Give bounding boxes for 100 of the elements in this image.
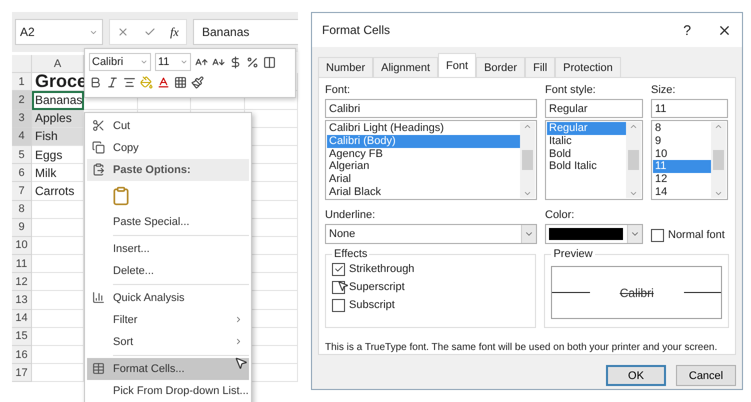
checkbox[interactable]: Strikethrough: [332, 260, 530, 278]
check-icon[interactable]: [144, 26, 156, 38]
fill-color-icon[interactable]: [140, 76, 153, 89]
tab[interactable]: Fill: [525, 57, 556, 77]
list-option[interactable]: Arial: [327, 173, 520, 186]
scroll-up-icon[interactable]: [629, 122, 638, 131]
scroll-thumb[interactable]: [522, 150, 533, 170]
list-option[interactable]: 9: [653, 134, 711, 148]
row-number[interactable]: 15: [12, 328, 32, 346]
bold-icon[interactable]: [89, 76, 102, 89]
scrollbar[interactable]: [626, 122, 641, 198]
field-label: Color:: [545, 209, 576, 222]
format-painter-icon[interactable]: [191, 76, 204, 89]
borders-icon[interactable]: [174, 76, 187, 89]
row-number[interactable]: 2: [12, 91, 32, 110]
tab[interactable]: Font: [438, 53, 476, 77]
size-field[interactable]: 11: [155, 53, 191, 71]
scroll-down-icon[interactable]: [629, 189, 638, 198]
column-header[interactable]: A: [32, 55, 84, 74]
list-option[interactable]: Calibri Light (Headings): [327, 122, 520, 135]
input-field[interactable]: Calibri: [325, 99, 537, 118]
list-option[interactable]: Agency FB: [327, 148, 520, 160]
row-number[interactable]: 6: [12, 164, 32, 182]
row-number[interactable]: 13: [12, 291, 32, 310]
copy-icon: [92, 141, 105, 154]
cancel-icon[interactable]: [117, 26, 130, 38]
font-field[interactable]: Calibri: [89, 53, 151, 71]
scrollbar[interactable]: [711, 122, 726, 198]
normal-font-checkbox[interactable]: Normal font: [651, 226, 725, 244]
field-label: Font style:: [545, 84, 597, 97]
align-center-icon[interactable]: [123, 76, 136, 89]
scroll-down-icon[interactable]: [714, 189, 723, 198]
menu-item[interactable]: Delete...: [87, 260, 249, 282]
menu-item[interactable]: Quick Analysis: [87, 287, 249, 309]
caret-icon[interactable]: [180, 58, 188, 66]
clipboard-icon: [92, 163, 105, 176]
menu-item[interactable]: Sort: [87, 331, 249, 353]
row-number[interactable]: 14: [12, 310, 32, 328]
dollar-icon[interactable]: [229, 56, 242, 68]
scroll-up-icon[interactable]: [714, 122, 723, 131]
scrollbar[interactable]: [520, 122, 535, 198]
scroll-down-icon[interactable]: [523, 189, 532, 198]
help-button[interactable]: ?: [683, 22, 691, 38]
row-number[interactable]: 17: [12, 364, 32, 382]
tab[interactable]: Border: [476, 57, 526, 77]
menu-item[interactable]: Format Cells...: [87, 358, 249, 380]
list-option[interactable]: 14: [653, 186, 711, 199]
function-button[interactable]: fx: [170, 24, 179, 40]
checkbox[interactable]: Subscript: [332, 296, 530, 314]
formula-field[interactable]: Bananas: [193, 19, 298, 45]
scissors-icon: [92, 119, 105, 132]
list-box[interactable]: Calibri Light (Headings) Calibri (Body) Agency FB Algerian Arial Arial Black: [325, 120, 537, 200]
dialog-button[interactable]: Cancel: [676, 365, 736, 386]
input-field[interactable]: 11: [651, 99, 728, 118]
list-option[interactable]: Italic: [547, 134, 626, 148]
menu-item[interactable]: Pick From Drop-down List...: [87, 380, 249, 402]
list-option[interactable]: 10: [653, 148, 711, 160]
list-option[interactable]: 8: [653, 122, 711, 135]
row-number[interactable]: 8: [12, 200, 32, 219]
row-number[interactable]: 16: [12, 346, 32, 364]
row-number[interactable]: 11: [12, 255, 32, 274]
tab[interactable]: Alignment: [373, 57, 438, 77]
menu-item[interactable]: Cut: [87, 115, 249, 137]
wrap-icon[interactable]: [263, 56, 276, 68]
row-number[interactable]: 7: [12, 182, 32, 200]
input-field[interactable]: Regular: [545, 99, 643, 118]
row-number[interactable]: 12: [12, 273, 32, 292]
list-option[interactable]: Arial Black: [327, 186, 520, 199]
name-box[interactable]: A2: [15, 19, 103, 45]
menu-item[interactable]: Filter: [87, 309, 249, 331]
percent-icon[interactable]: [246, 56, 259, 68]
tab[interactable]: Protection: [555, 57, 621, 77]
list-option[interactable]: Algerian: [327, 160, 520, 174]
scroll-thumb[interactable]: [628, 150, 639, 170]
list-option[interactable]: Bold Italic: [547, 160, 626, 174]
scroll-up-icon[interactable]: [523, 122, 532, 131]
italic-icon[interactable]: [106, 76, 119, 89]
caret-icon[interactable]: [140, 58, 148, 66]
menu-item[interactable]: Paste Special...: [87, 211, 249, 233]
dropdown-icon[interactable]: [627, 225, 642, 243]
row-number[interactable]: 5: [12, 146, 32, 164]
list-box[interactable]: 8 9 10 11 12 14: [651, 120, 728, 200]
font-color-icon[interactable]: [157, 76, 170, 89]
menu-item[interactable]: Insert...: [87, 238, 249, 260]
row-number[interactable]: 3: [12, 110, 32, 128]
row-number[interactable]: 1: [12, 73, 32, 92]
scroll-thumb[interactable]: [713, 150, 724, 170]
list-option[interactable]: 12: [653, 173, 711, 186]
clipboard-icon[interactable]: [111, 186, 131, 206]
row-number[interactable]: 4: [12, 128, 32, 146]
row-number[interactable]: 9: [12, 218, 32, 237]
menu-header: Paste Options:: [87, 159, 249, 181]
tab[interactable]: Number: [318, 57, 374, 77]
row-number[interactable]: 10: [12, 236, 32, 256]
dialog-button[interactable]: OK: [606, 365, 666, 386]
list-option[interactable]: Bold: [547, 148, 626, 160]
menu-item[interactable]: Copy: [87, 137, 249, 159]
color-select[interactable]: [545, 224, 643, 244]
underline-select[interactable]: None: [325, 224, 537, 244]
list-box[interactable]: Regular Italic Bold Bold Italic: [545, 120, 643, 200]
